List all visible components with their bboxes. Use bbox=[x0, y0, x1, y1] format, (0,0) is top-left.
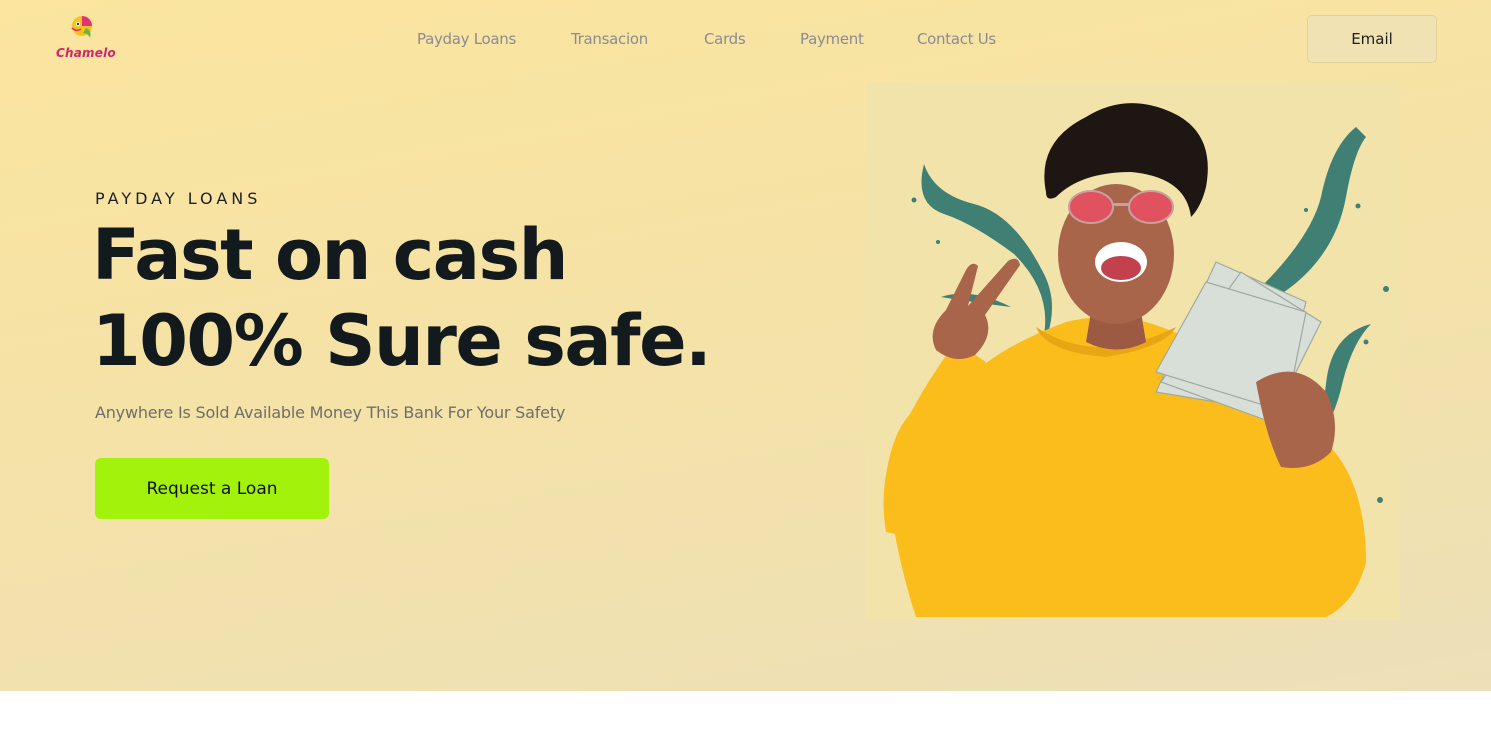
nav-item-cards[interactable]: Cards bbox=[704, 30, 746, 48]
brand-logo[interactable]: Chamelo bbox=[52, 14, 118, 64]
hero-image bbox=[866, 82, 1400, 620]
hero-subtitle: Anywhere Is Sold Available Money This Ba… bbox=[95, 403, 566, 422]
nav-item-transacion[interactable]: Transacion bbox=[571, 30, 648, 48]
brand-name: Chamelo bbox=[56, 46, 116, 60]
request-loan-button[interactable]: Request a Loan bbox=[95, 458, 329, 519]
chameleon-logo-icon bbox=[71, 16, 92, 38]
hero-person-illustration bbox=[883, 103, 1389, 617]
email-button[interactable]: Email bbox=[1307, 15, 1437, 63]
nav-item-contact-us[interactable]: Contact Us bbox=[917, 30, 996, 48]
hero-eyebrow: PAYDAY LOANS bbox=[95, 189, 262, 208]
hero-headline-line1: Fast on cash bbox=[92, 214, 568, 296]
nav-item-payment[interactable]: Payment bbox=[800, 30, 864, 48]
hero-headline-line2: 100% Sure safe. bbox=[92, 300, 712, 382]
nav-item-payday-loans[interactable]: Payday Loans bbox=[417, 30, 516, 48]
hero-section: Chamelo Payday Loans Transacion Cards Pa… bbox=[0, 0, 1491, 691]
